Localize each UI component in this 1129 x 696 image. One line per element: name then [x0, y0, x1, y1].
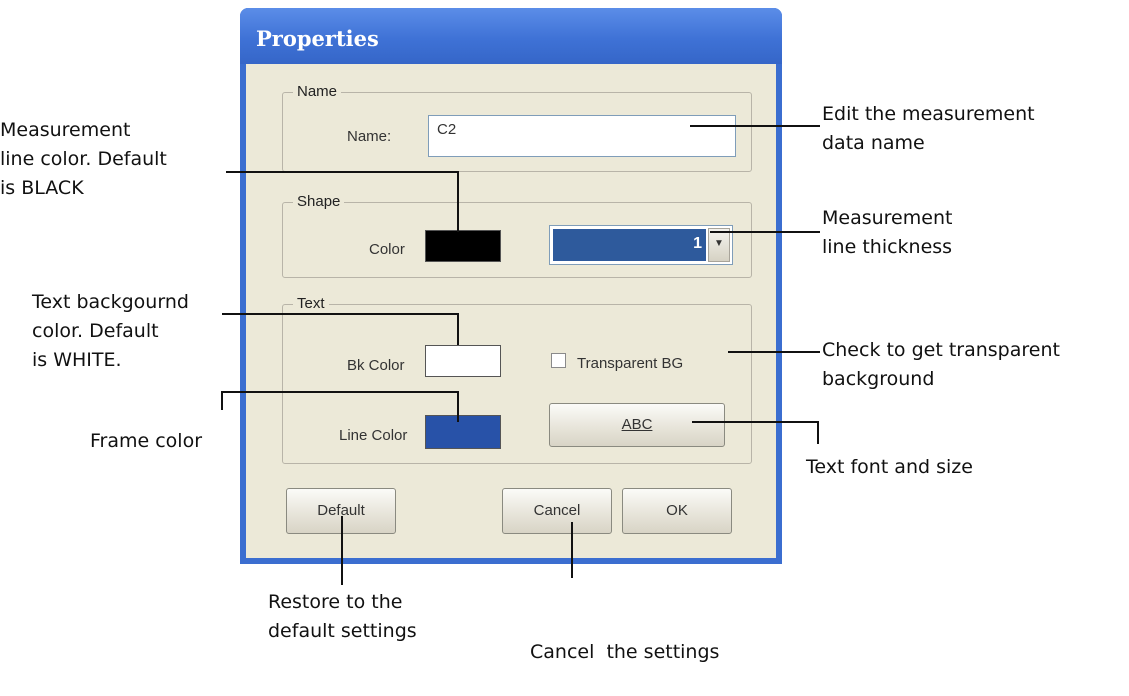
- callout-line-line-color: [226, 171, 459, 232]
- annotation-line-color: Measurement line color. Default is BLACK: [0, 119, 167, 199]
- callout-line-text-bg: [222, 313, 459, 345]
- annotation-frame-color: Frame color: [90, 430, 203, 452]
- annotation-cancel: Cancel the settings: [530, 641, 720, 663]
- callout-line-font: [692, 421, 819, 444]
- annotation-restore: Restore to the default settings: [268, 591, 417, 642]
- callout-line-frame-color: [221, 391, 459, 422]
- annotation-transparent: Check to get transparent background: [822, 339, 1060, 390]
- annotation-font: Text font and size: [806, 456, 973, 478]
- annotation-thickness: Measurement line thickness: [822, 207, 953, 258]
- annotation-name-edit: Edit the measurement data name: [822, 103, 1035, 154]
- annotation-text-bg: Text backgournd color. Default is WHITE.: [32, 291, 189, 371]
